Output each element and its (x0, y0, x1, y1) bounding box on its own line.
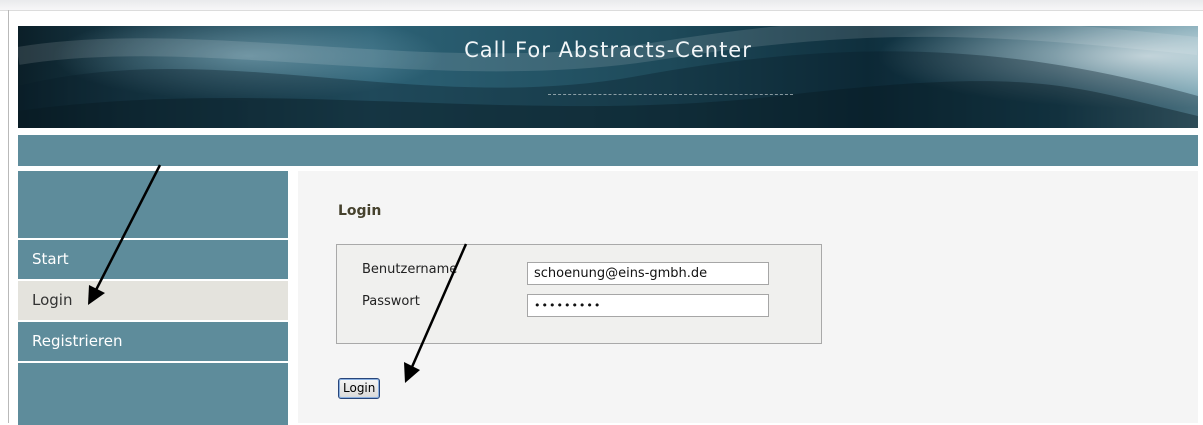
window-top-strip (0, 0, 1203, 11)
site-title: Call For Abstracts-Center (464, 38, 752, 62)
username-field[interactable]: schoenung@eins-gmbh.de (527, 262, 769, 285)
password-field[interactable]: ••••••••• (527, 294, 769, 317)
header-banner: Call For Abstracts-Center (18, 26, 1198, 128)
window-left-edge (8, 10, 9, 423)
top-nav-bar (18, 135, 1198, 166)
sidebar-item-start[interactable]: Start (18, 240, 288, 281)
sidebar-item-registrieren[interactable]: Registrieren (18, 322, 288, 363)
login-button[interactable]: Login (338, 378, 381, 399)
password-label: Passwort (362, 294, 420, 309)
sidebar-item-login[interactable]: Login (18, 281, 288, 322)
username-label: Benutzername (362, 262, 458, 277)
sidebar: Start Login Registrieren (18, 171, 288, 425)
title-underline (548, 94, 793, 95)
sidebar-top-block (18, 171, 288, 240)
page-title: Login (338, 203, 382, 219)
main-content: Login Benutzername schoenung@eins-gmbh.d… (298, 171, 1198, 423)
login-form-box: Benutzername schoenung@eins-gmbh.de Pass… (336, 244, 822, 344)
sidebar-bottom-block (18, 363, 288, 425)
